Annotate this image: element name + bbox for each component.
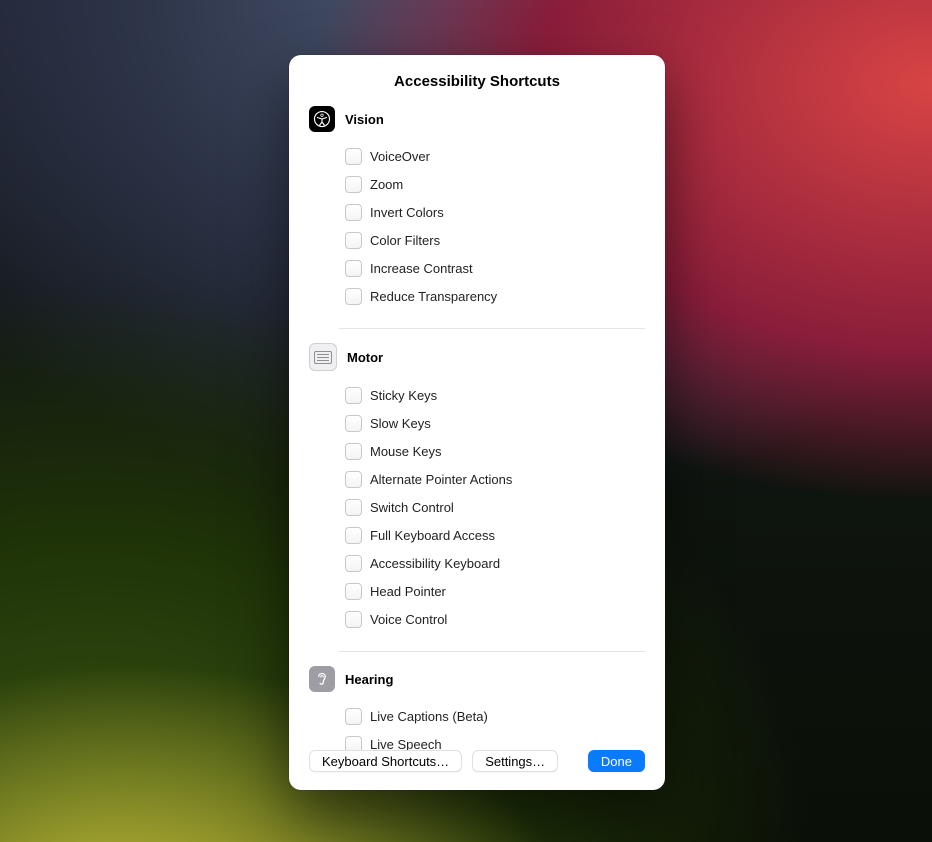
ear-icon: [309, 666, 335, 692]
section-hearing: Hearing Live Captions (Beta) Live Speech: [309, 666, 645, 750]
checkbox[interactable]: [345, 288, 362, 305]
option-mouse-keys[interactable]: Mouse Keys: [345, 437, 645, 465]
checkbox[interactable]: [345, 499, 362, 516]
section-vision: Vision VoiceOver Zoom Invert Colors Colo…: [309, 106, 645, 318]
checkbox[interactable]: [345, 415, 362, 432]
done-button[interactable]: Done: [588, 750, 645, 772]
option-label: Voice Control: [370, 612, 447, 627]
option-label: VoiceOver: [370, 149, 430, 164]
divider: [339, 651, 645, 652]
option-label: Color Filters: [370, 233, 440, 248]
option-label: Alternate Pointer Actions: [370, 472, 512, 487]
panel-title: Accessibility Shortcuts: [289, 55, 665, 106]
option-live-captions[interactable]: Live Captions (Beta): [345, 702, 645, 730]
option-label: Head Pointer: [370, 584, 446, 599]
option-head-pointer[interactable]: Head Pointer: [345, 577, 645, 605]
checkbox[interactable]: [345, 471, 362, 488]
option-label: Sticky Keys: [370, 388, 437, 403]
checkbox[interactable]: [345, 736, 362, 751]
checkbox[interactable]: [345, 708, 362, 725]
option-invert-colors[interactable]: Invert Colors: [345, 198, 645, 226]
checkbox[interactable]: [345, 148, 362, 165]
section-header: Motor: [309, 343, 645, 371]
checkbox[interactable]: [345, 387, 362, 404]
option-label: Live Captions (Beta): [370, 709, 488, 724]
accessibility-icon: [309, 106, 335, 132]
section-header: Vision: [309, 106, 645, 132]
option-label: Invert Colors: [370, 205, 444, 220]
option-color-filters[interactable]: Color Filters: [345, 226, 645, 254]
checkbox[interactable]: [345, 176, 362, 193]
checkbox[interactable]: [345, 583, 362, 600]
settings-button[interactable]: Settings…: [472, 750, 558, 772]
option-label: Mouse Keys: [370, 444, 442, 459]
option-label: Switch Control: [370, 500, 454, 515]
option-live-speech[interactable]: Live Speech: [345, 730, 645, 750]
option-slow-keys[interactable]: Slow Keys: [345, 409, 645, 437]
section-title: Vision: [345, 112, 384, 127]
option-label: Live Speech: [370, 737, 442, 751]
checkbox[interactable]: [345, 260, 362, 277]
option-label: Increase Contrast: [370, 261, 473, 276]
keyboard-shortcuts-button[interactable]: Keyboard Shortcuts…: [309, 750, 462, 772]
section-header: Hearing: [309, 666, 645, 692]
option-increase-contrast[interactable]: Increase Contrast: [345, 254, 645, 282]
checkbox[interactable]: [345, 232, 362, 249]
keyboard-icon: [309, 343, 337, 371]
checkbox[interactable]: [345, 555, 362, 572]
panel-content: Vision VoiceOver Zoom Invert Colors Colo…: [289, 106, 665, 750]
option-label: Reduce Transparency: [370, 289, 497, 304]
option-label: Zoom: [370, 177, 403, 192]
option-sticky-keys[interactable]: Sticky Keys: [345, 381, 645, 409]
section-title: Hearing: [345, 672, 393, 687]
option-reduce-transparency[interactable]: Reduce Transparency: [345, 282, 645, 310]
checkbox[interactable]: [345, 204, 362, 221]
section-title: Motor: [347, 350, 383, 365]
checkbox[interactable]: [345, 611, 362, 628]
option-voiceover[interactable]: VoiceOver: [345, 142, 645, 170]
divider: [339, 328, 645, 329]
option-label: Accessibility Keyboard: [370, 556, 500, 571]
checkbox[interactable]: [345, 443, 362, 460]
option-switch-control[interactable]: Switch Control: [345, 493, 645, 521]
option-label: Full Keyboard Access: [370, 528, 495, 543]
option-full-keyboard-access[interactable]: Full Keyboard Access: [345, 521, 645, 549]
section-motor: Motor Sticky Keys Slow Keys Mouse Keys A…: [309, 343, 645, 641]
option-voice-control[interactable]: Voice Control: [345, 605, 645, 633]
accessibility-shortcuts-panel: Accessibility Shortcuts Vision VoiceOver…: [289, 55, 665, 790]
option-alternate-pointer-actions[interactable]: Alternate Pointer Actions: [345, 465, 645, 493]
panel-footer: Keyboard Shortcuts… Settings… Done: [289, 750, 665, 790]
checkbox[interactable]: [345, 527, 362, 544]
option-zoom[interactable]: Zoom: [345, 170, 645, 198]
option-label: Slow Keys: [370, 416, 431, 431]
option-accessibility-keyboard[interactable]: Accessibility Keyboard: [345, 549, 645, 577]
